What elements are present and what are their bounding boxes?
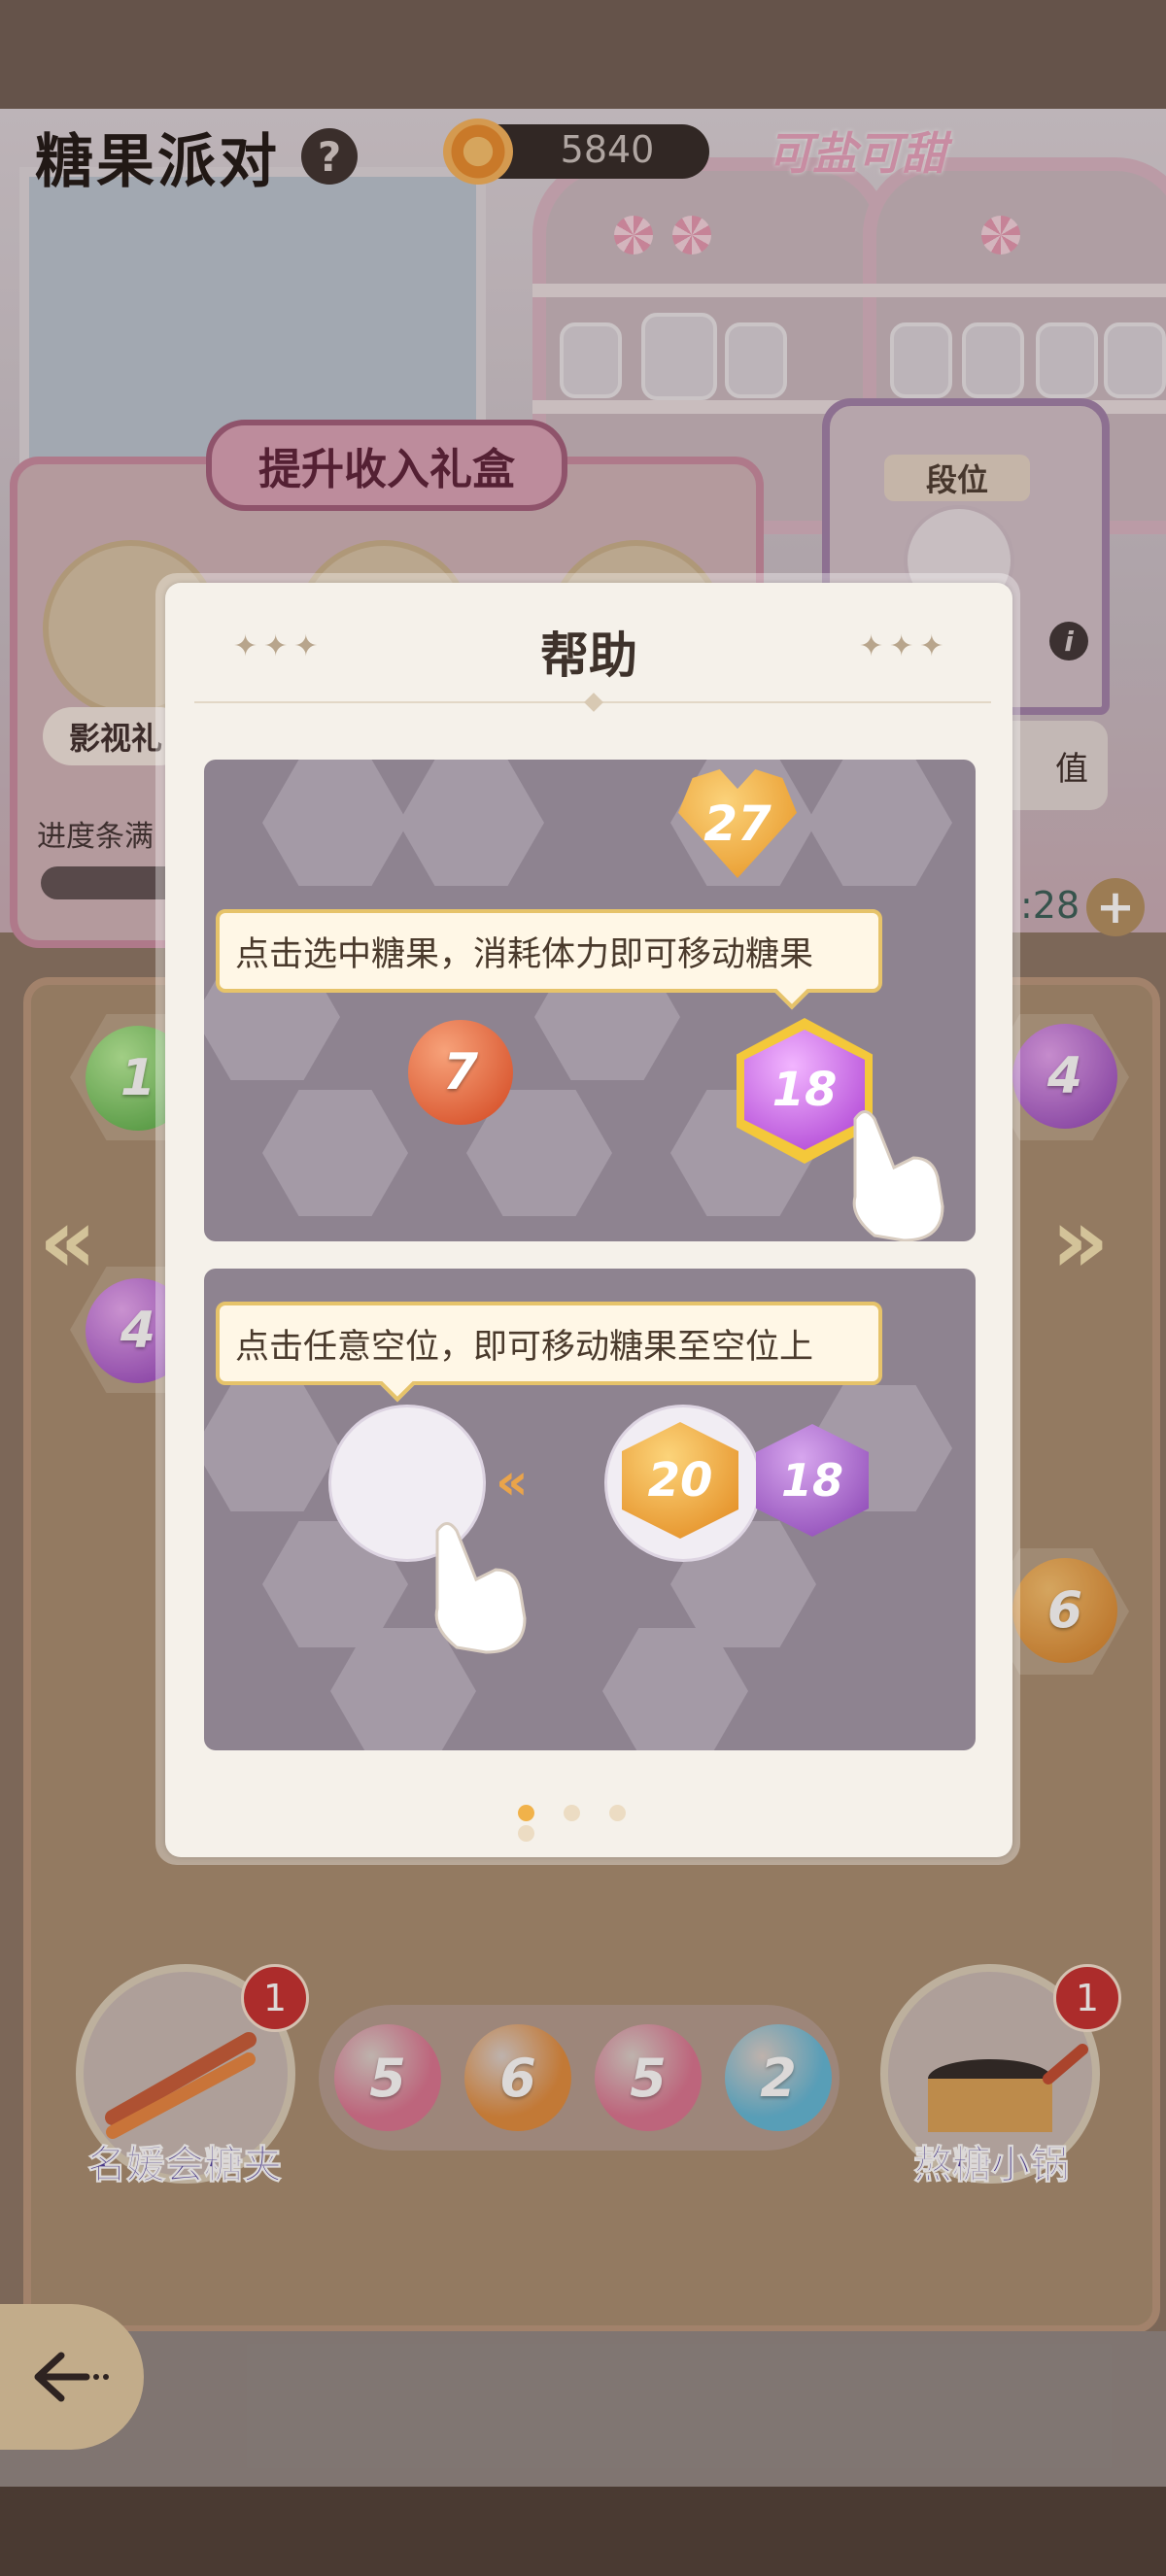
page-dot[interactable] bbox=[564, 1805, 580, 1821]
tutorial-cell bbox=[262, 1090, 408, 1216]
page-dot[interactable] bbox=[518, 1825, 534, 1842]
tap-hand-icon bbox=[852, 1110, 944, 1241]
tutorial-cell bbox=[262, 760, 408, 886]
tutorial-cell bbox=[806, 760, 952, 886]
tap-hand-icon bbox=[434, 1522, 527, 1654]
page-indicator bbox=[503, 1805, 678, 1842]
move-direction-arrow-icon: « bbox=[496, 1453, 529, 1511]
help-title: 帮助 bbox=[540, 627, 637, 684]
tutorial-tooltip: 点击任意空位，即可移动糖果至空位上 bbox=[216, 1302, 882, 1385]
tutorial-cell bbox=[398, 760, 544, 886]
tutorial-cell bbox=[204, 1385, 340, 1511]
tutorial-tooltip: 点击选中糖果，消耗体力即可移动糖果 bbox=[216, 909, 882, 993]
page-dot[interactable] bbox=[518, 1805, 534, 1821]
tutorial-candy-orb: 7 bbox=[408, 1020, 513, 1125]
tutorial-panel-select: 27 7 18 bbox=[204, 760, 976, 1241]
page-dot[interactable] bbox=[609, 1805, 626, 1821]
